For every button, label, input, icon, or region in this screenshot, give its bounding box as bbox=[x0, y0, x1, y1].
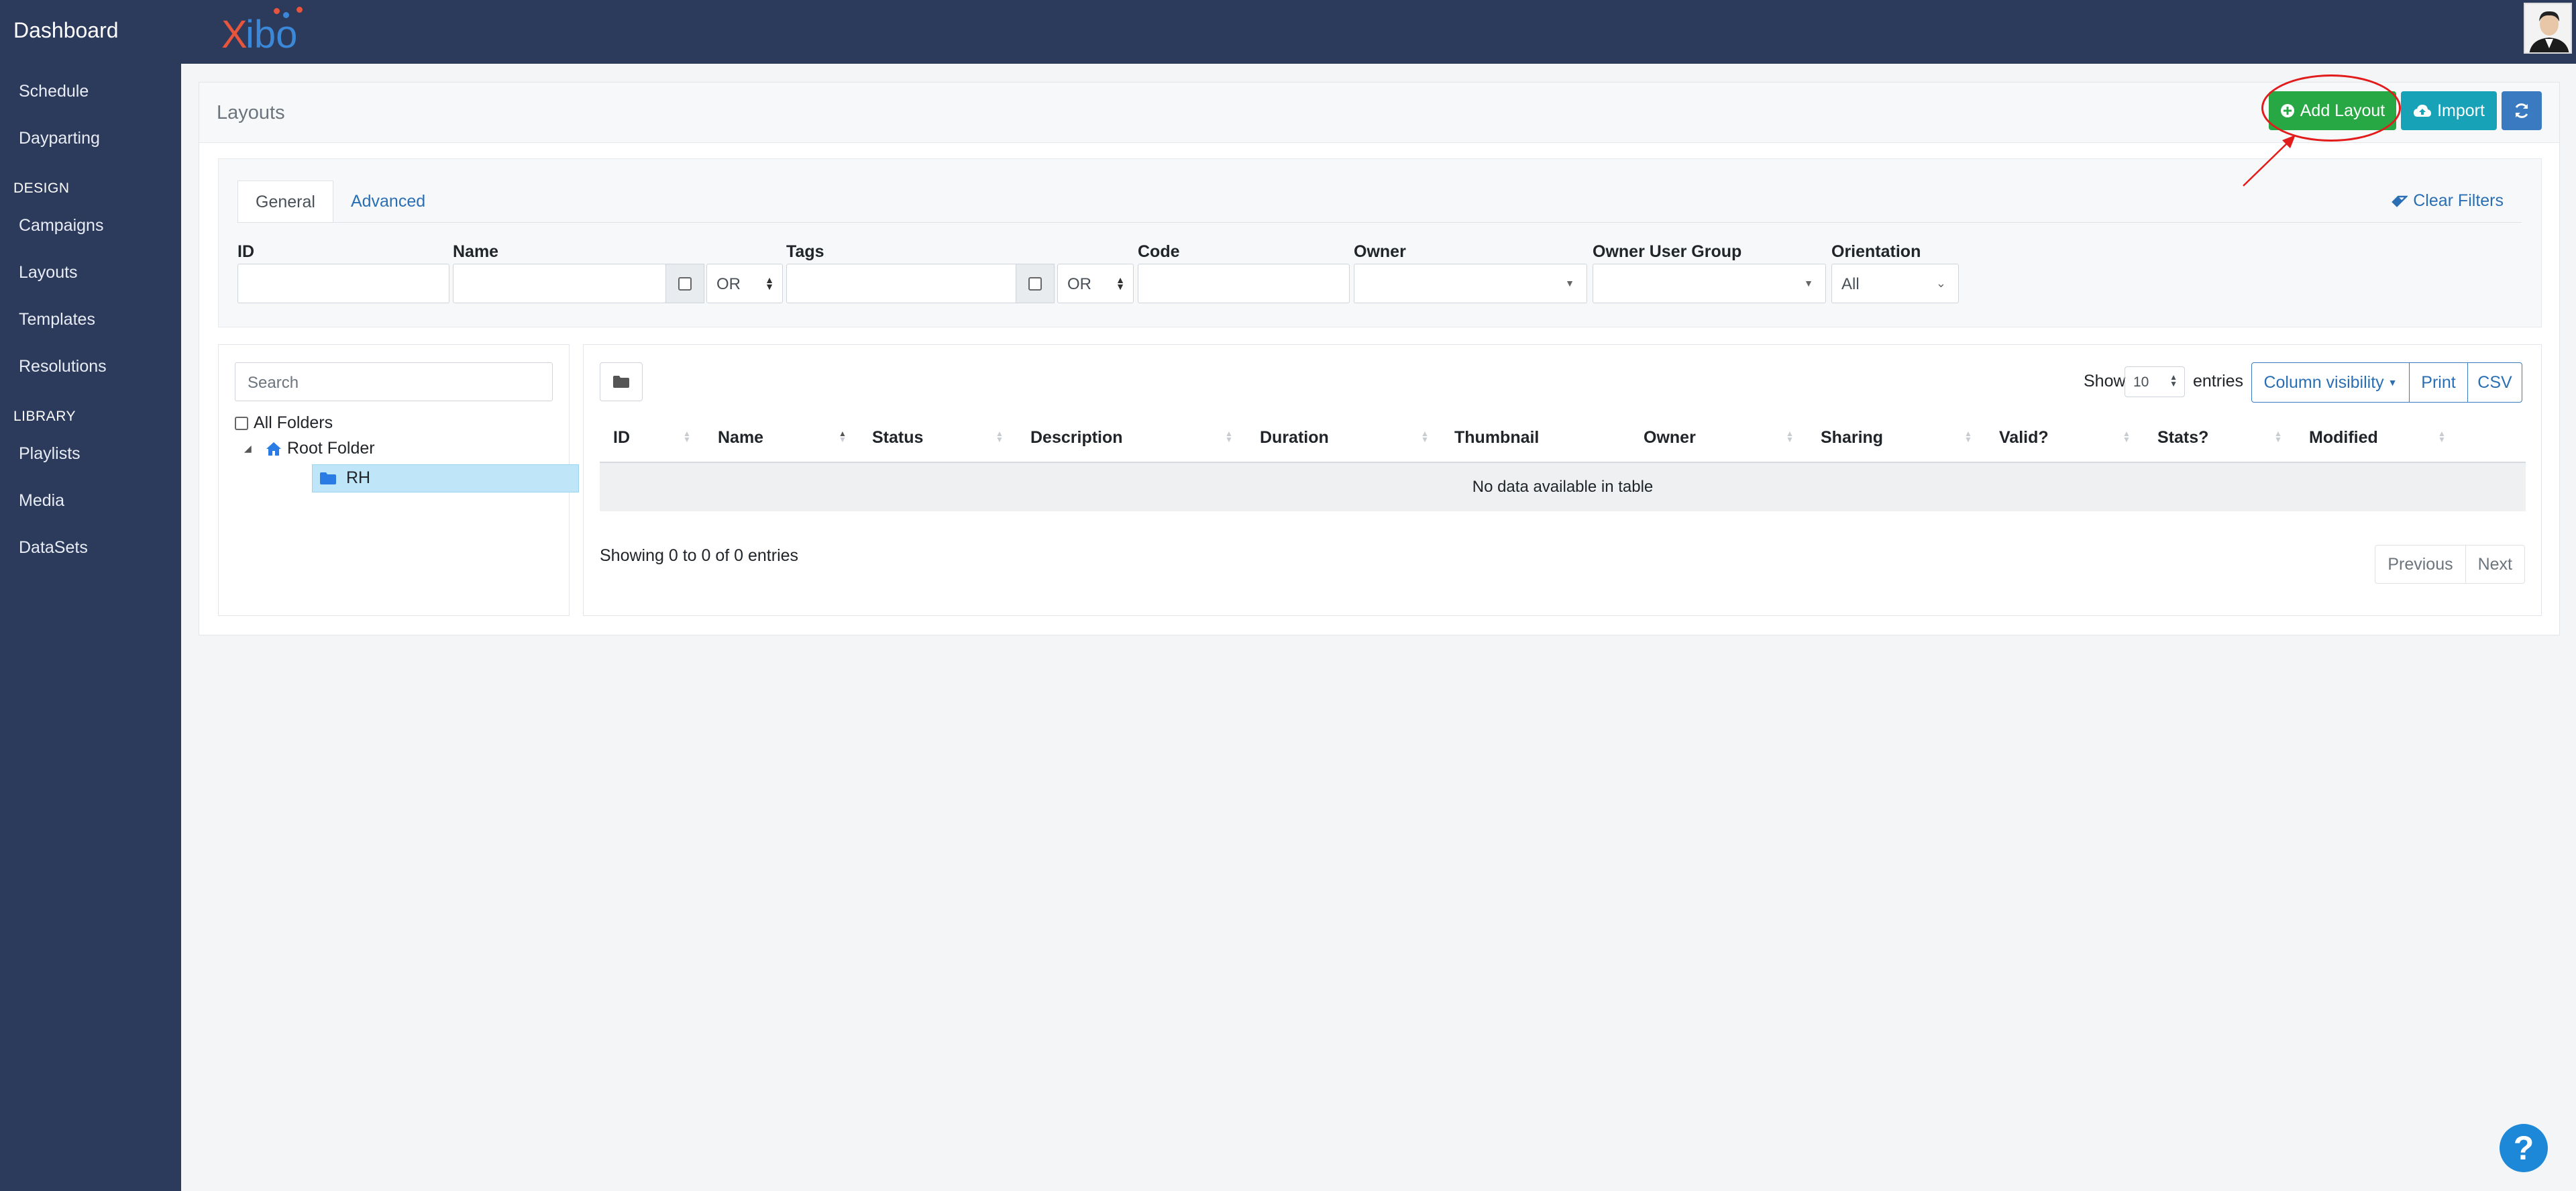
tags-input[interactable] bbox=[786, 264, 1017, 303]
filter-tabs: General Advanced bbox=[237, 180, 443, 223]
panel-header: Layouts Add Layout Import bbox=[199, 74, 2559, 143]
orientation-label: Orientation bbox=[1831, 242, 1921, 261]
caret-down-icon: ▼ bbox=[2387, 377, 2398, 388]
col-status[interactable]: Status bbox=[872, 428, 923, 448]
tab-advanced[interactable]: Advanced bbox=[333, 180, 443, 223]
id-input[interactable] bbox=[237, 264, 449, 303]
sidebar-heading-library: LIBRARY bbox=[13, 409, 76, 424]
csv-button[interactable]: CSV bbox=[2467, 362, 2522, 403]
page-title: Layouts bbox=[217, 102, 285, 123]
col-modified[interactable]: Modified bbox=[2309, 428, 2378, 448]
empty-table-row: No data available in table bbox=[600, 463, 2526, 511]
folder-search-input[interactable]: Search bbox=[235, 362, 553, 401]
print-button[interactable]: Print bbox=[2409, 362, 2468, 403]
col-description[interactable]: Description bbox=[1030, 428, 1123, 448]
refresh-button[interactable] bbox=[2502, 91, 2542, 130]
owner-group-select[interactable]: ▼ bbox=[1593, 264, 1826, 303]
tags-regex-checkbox[interactable] bbox=[1016, 264, 1055, 303]
name-operator-select[interactable]: OR ▲ ▼ bbox=[706, 264, 783, 303]
top-bar: Dashboard X ibo bbox=[0, 0, 2576, 64]
previous-button[interactable]: Previous bbox=[2375, 546, 2465, 583]
sidebar-item-playlists[interactable]: Playlists bbox=[0, 430, 181, 477]
cloud-upload-icon bbox=[2414, 105, 2432, 117]
name-regex-checkbox[interactable] bbox=[665, 264, 704, 303]
refresh-icon bbox=[2515, 103, 2528, 118]
name-label: Name bbox=[453, 242, 499, 261]
id-label: ID bbox=[237, 242, 254, 261]
folder-toggle-button[interactable] bbox=[600, 362, 643, 401]
xibo-logo[interactable]: X ibo bbox=[221, 7, 309, 56]
folder-tree-card: Search All Folders ◢ Root Folder RH bbox=[218, 344, 579, 616]
page-length-select[interactable]: 10 ▲ ▼ bbox=[2125, 366, 2185, 397]
all-folders-checkbox[interactable] bbox=[235, 416, 248, 430]
column-visibility-button[interactable]: Column visibility ▼ bbox=[2251, 362, 2410, 403]
code-label: Code bbox=[1138, 242, 1180, 261]
caret-icon[interactable]: ◢ bbox=[244, 443, 260, 454]
entries-label: entries bbox=[2193, 372, 2244, 391]
plus-circle-icon bbox=[2280, 104, 2294, 117]
next-button[interactable]: Next bbox=[2465, 546, 2524, 583]
orientation-select[interactable]: All ⌄ bbox=[1831, 264, 1959, 303]
tags-operator-select[interactable]: OR ▲ ▼ bbox=[1057, 264, 1134, 303]
tags-label: Tags bbox=[786, 242, 824, 261]
col-sharing[interactable]: Sharing bbox=[1821, 428, 1883, 448]
folder-icon bbox=[613, 376, 629, 388]
col-name[interactable]: Name bbox=[718, 428, 763, 448]
col-owner[interactable]: Owner bbox=[1644, 428, 1696, 448]
owner-select[interactable]: ▼ bbox=[1354, 264, 1587, 303]
layouts-panel: Layouts Add Layout Import General Advanc… bbox=[199, 74, 2560, 635]
col-duration[interactable]: Duration bbox=[1260, 428, 1329, 448]
add-layout-button[interactable]: Add Layout bbox=[2269, 91, 2396, 130]
help-button[interactable]: ? bbox=[2500, 1124, 2548, 1172]
chevron-down-icon: ⌄ bbox=[1935, 276, 1946, 290]
sidebar-item-campaigns[interactable]: Campaigns bbox=[0, 202, 181, 249]
user-avatar[interactable] bbox=[2524, 3, 2572, 54]
sidebar-heading-design: DESIGN bbox=[13, 180, 70, 196]
dashboard-link[interactable]: Dashboard bbox=[0, 0, 181, 64]
sidebar-item-schedule[interactable]: Schedule bbox=[0, 68, 181, 115]
col-stats[interactable]: Stats? bbox=[2157, 428, 2208, 448]
root-folder-item[interactable]: ◢ Root Folder bbox=[244, 439, 375, 458]
owner-group-label: Owner User Group bbox=[1593, 242, 1742, 261]
pagination: Previous Next bbox=[2375, 545, 2525, 584]
sidebar: Schedule Dayparting DESIGN Campaigns Lay… bbox=[0, 64, 181, 1191]
sidebar-item-resolutions[interactable]: Resolutions bbox=[0, 343, 181, 390]
clear-filters-link[interactable]: Clear Filters bbox=[2392, 191, 2504, 211]
home-icon bbox=[266, 442, 281, 456]
col-thumbnail: Thumbnail bbox=[1454, 428, 1540, 447]
filter-card: General Advanced Clear Filters ID Name O… bbox=[218, 158, 2542, 327]
annotation-arrow bbox=[2243, 135, 2296, 187]
table-header: ID ▲ ▼ Name ▲ ▼ Status ▲ ▼ Description ▲ ▼ D… bbox=[600, 412, 2526, 463]
folder-icon bbox=[320, 472, 336, 484]
sidebar-item-layouts[interactable]: Layouts bbox=[0, 249, 181, 296]
sidebar-item-datasets[interactable]: DataSets bbox=[0, 524, 181, 571]
layouts-table-card: Show 10 ▲ ▼ entries Column visibility ▼ P… bbox=[583, 344, 2542, 616]
import-button[interactable]: Import bbox=[2401, 91, 2497, 130]
sidebar-item-templates[interactable]: Templates bbox=[0, 296, 181, 343]
sidebar-item-media[interactable]: Media bbox=[0, 477, 181, 524]
rh-folder-item[interactable]: RH bbox=[319, 468, 370, 488]
name-input[interactable] bbox=[453, 264, 666, 303]
sidebar-item-dayparting[interactable]: Dayparting bbox=[0, 115, 181, 162]
all-folders-item[interactable]: All Folders bbox=[235, 413, 333, 433]
owner-label: Owner bbox=[1354, 242, 1406, 261]
eraser-icon bbox=[2392, 195, 2408, 207]
show-label: Show bbox=[2084, 372, 2126, 391]
table-info: Showing 0 to 0 of 0 entries bbox=[600, 546, 799, 565]
col-id[interactable]: ID bbox=[613, 428, 630, 448]
col-valid[interactable]: Valid? bbox=[1999, 428, 2049, 448]
code-input[interactable] bbox=[1138, 264, 1350, 303]
tab-general[interactable]: General bbox=[237, 180, 333, 223]
